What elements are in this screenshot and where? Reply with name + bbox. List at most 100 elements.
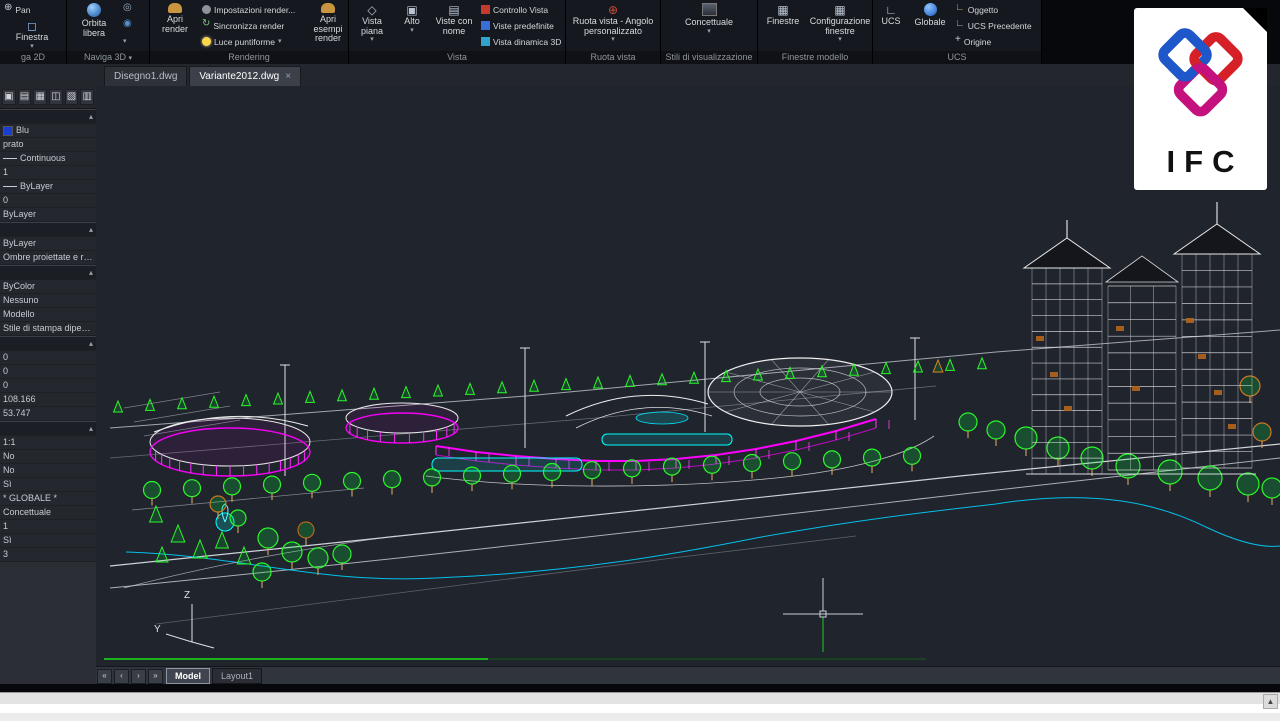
controllo-vista-button[interactable]: Controllo Vista: [479, 2, 565, 17]
ribbon-group-label-ucs[interactable]: UCS: [873, 51, 1041, 64]
ifc-badge: IFC: [1134, 8, 1267, 190]
property-value: 1:1: [3, 437, 16, 447]
property-row[interactable]: Sì: [0, 478, 96, 492]
top-view-icon: ▣: [406, 3, 418, 17]
properties-rows: ▴ Blu prato Continuous 1 ByLayer 0 ByLayer ▴ ByLa…: [0, 109, 96, 562]
property-value: Sì: [3, 535, 12, 545]
finestra-button[interactable]: ◻ Finestra ▾: [2, 18, 62, 51]
ruota-vista-button[interactable]: ⊕ Ruota vista - Angolo personalizzato ▾: [568, 2, 658, 51]
property-row[interactable]: * GLOBALE *: [0, 492, 96, 506]
doc-tab-disegno1[interactable]: Disegno1.dwg: [104, 66, 188, 86]
chevron-down-icon: ▾: [410, 26, 414, 34]
property-row[interactable]: Ombre proiettate e ric...: [0, 251, 96, 265]
vista-piana-button[interactable]: ◇ Vista piana ▾: [351, 2, 393, 51]
next-tab-button[interactable]: ›: [131, 668, 146, 684]
steering-wheel-button[interactable]: ◎: [121, 2, 143, 17]
property-row[interactable]: No: [0, 450, 96, 464]
model-viewport[interactable]: ZY: [96, 86, 1280, 666]
model-tab[interactable]: Model: [166, 668, 210, 684]
property-row[interactable]: Concettuale: [0, 506, 96, 520]
ucs-precedente-button[interactable]: ∟ UCS Precedente: [953, 18, 1041, 33]
ribbon-group-label-rendering[interactable]: Rendering: [150, 51, 348, 64]
property-row[interactable]: 0: [0, 379, 96, 393]
ribbon-group-label-naviga-2d[interactable]: ga 2D: [0, 51, 66, 64]
last-tab-button[interactable]: »: [148, 668, 163, 684]
property-row[interactable]: ByLayer: [0, 180, 96, 194]
collapse-arrow-icon[interactable]: ▴: [89, 337, 93, 350]
property-section-row[interactable]: ▴: [0, 109, 96, 124]
props-toolbar-icon[interactable]: ▥: [80, 89, 95, 105]
ribbon-group-label-naviga-3d[interactable]: Naviga 3D ▾: [67, 51, 149, 64]
apri-render-label: Apri render: [161, 14, 188, 34]
property-section-row[interactable]: ▴: [0, 222, 96, 237]
layout1-tab[interactable]: Layout1: [212, 668, 263, 684]
property-row[interactable]: 0: [0, 365, 96, 379]
property-section-row[interactable]: ▴: [0, 421, 96, 436]
orbit-point-button[interactable]: ◉: [121, 18, 143, 33]
props-toolbar-icon[interactable]: ▧: [64, 89, 79, 105]
apri-esempi-render-button[interactable]: Apri esempi render: [304, 2, 348, 51]
luce-puntiforme-button[interactable]: Luce puntiforme ▾: [200, 34, 302, 49]
ribbon-group-label-ruota-vista[interactable]: Ruota vista: [566, 51, 660, 64]
property-section-row[interactable]: ▴: [0, 265, 96, 280]
sincronizza-render-button[interactable]: ↻ Sincronizza render: [200, 18, 302, 33]
property-row[interactable]: 0: [0, 194, 96, 208]
property-row[interactable]: 3: [0, 548, 96, 562]
property-row[interactable]: 108.166: [0, 393, 96, 407]
property-row[interactable]: 53.747: [0, 407, 96, 421]
property-row[interactable]: 1: [0, 520, 96, 534]
collapse-arrow-icon[interactable]: ▴: [89, 266, 93, 279]
apri-render-button[interactable]: Apri render: [152, 2, 198, 51]
property-row[interactable]: prato: [0, 138, 96, 152]
props-toolbar-icon[interactable]: ◫: [49, 89, 63, 105]
property-row[interactable]: Modello: [0, 308, 96, 322]
property-row[interactable]: ByLayer: [0, 208, 96, 222]
viewport-canvas[interactable]: ZY: [96, 86, 1280, 666]
vista-dinamica-3d-button[interactable]: Vista dinamica 3D: [479, 34, 565, 49]
impostazioni-render-button[interactable]: Impostazioni render...: [200, 2, 302, 17]
property-row[interactable]: Sì: [0, 534, 96, 548]
concettuale-button[interactable]: Concettuale ▾: [669, 2, 749, 51]
linetype-icon: [3, 186, 17, 187]
property-value: 0: [3, 352, 9, 362]
property-row[interactable]: Blu: [0, 124, 96, 138]
configurazione-finestre-button[interactable]: ▦ Configurazione finestre ▾: [808, 2, 872, 51]
conceptual-style-icon: [701, 3, 717, 16]
property-row[interactable]: ByLayer: [0, 237, 96, 251]
property-row[interactable]: Continuous: [0, 152, 96, 166]
scroll-up-button[interactable]: ▲: [1263, 694, 1278, 709]
pan-button[interactable]: ⊕ Pan: [2, 2, 64, 17]
property-row[interactable]: 1: [0, 166, 96, 180]
property-row[interactable]: 1:1: [0, 436, 96, 450]
property-section-row[interactable]: ▴: [0, 336, 96, 351]
oggetto-button[interactable]: ∟ Oggetto: [953, 2, 1041, 17]
property-row[interactable]: Nessuno: [0, 294, 96, 308]
ribbon-group-label-stili[interactable]: Stili di visualizzazione: [661, 51, 757, 64]
props-toolbar-icon[interactable]: ▤: [17, 89, 32, 105]
property-row[interactable]: No: [0, 464, 96, 478]
property-row[interactable]: ByColor: [0, 280, 96, 294]
orbita-libera-button[interactable]: Orbita libera: [69, 2, 119, 51]
collapse-arrow-icon[interactable]: ▴: [89, 110, 93, 123]
viste-predefinite-button[interactable]: Viste predefinite: [479, 18, 565, 33]
close-tab-icon[interactable]: ×: [285, 71, 291, 82]
collapse-arrow-icon[interactable]: ▴: [89, 422, 93, 435]
naviga-more-button[interactable]: ▾: [121, 34, 143, 49]
property-row[interactable]: Stile di stampa dipend...: [0, 322, 96, 336]
property-row[interactable]: 0: [0, 351, 96, 365]
props-toolbar-icon[interactable]: ▣: [2, 89, 16, 105]
collapse-arrow-icon[interactable]: ▴: [89, 223, 93, 236]
ribbon-group-label-vista[interactable]: Vista: [349, 51, 565, 64]
chevron-down-icon: ▾: [277, 38, 282, 45]
doc-tab-variante2012[interactable]: Variante2012.dwg ×: [189, 66, 302, 86]
alto-button[interactable]: ▣ Alto ▾: [395, 2, 429, 51]
origine-button[interactable]: + Origine: [953, 34, 1041, 49]
ucs-button[interactable]: ∟ UCS: [875, 2, 907, 51]
props-toolbar-icon[interactable]: ▦: [33, 89, 48, 105]
ribbon-group-label-finestre[interactable]: Finestre modello: [758, 51, 872, 64]
globale-button[interactable]: Globale: [909, 2, 951, 51]
viste-con-nome-button[interactable]: ▤ Viste con nome: [431, 2, 477, 51]
finestre-button[interactable]: ▦ Finestre: [760, 2, 806, 51]
first-tab-button[interactable]: «: [97, 668, 112, 684]
prev-tab-button[interactable]: ‹: [114, 668, 129, 684]
